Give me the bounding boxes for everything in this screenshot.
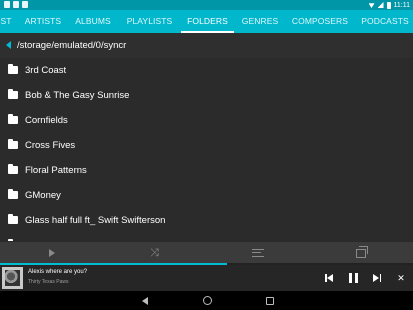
back-arrow-icon[interactable]	[6, 41, 11, 49]
status-right: 11:11	[368, 0, 410, 10]
previous-button[interactable]	[320, 269, 338, 287]
tab-albums[interactable]: ALBUMS	[70, 10, 116, 33]
folder-row[interactable]: Cornfields	[0, 108, 413, 133]
tab-genres[interactable]: GENRES	[239, 10, 281, 33]
folder-row[interactable]: 3rd Coast	[0, 58, 413, 83]
folder-name: GMoney	[25, 190, 61, 201]
tab-folders[interactable]: FOLDERS	[181, 10, 234, 33]
folder-name: Bob & The Gasy Sunrise	[25, 90, 130, 101]
system-nav-bar	[0, 291, 413, 310]
shuffle-button[interactable]: ⤨	[103, 242, 206, 264]
folder-name: Cross Fives	[25, 140, 76, 151]
tab-playlists[interactable]: PLAYLISTS	[123, 10, 176, 33]
folder-name: Cornfields	[25, 115, 68, 126]
current-path: /storage/emulated/0/syncr	[17, 40, 127, 51]
folder-icon	[8, 164, 18, 174]
folder-row[interactable]: GMoney	[0, 183, 413, 208]
cast-button[interactable]	[309, 242, 412, 264]
folder-row[interactable]: Floral Patterns	[0, 158, 413, 183]
play-button[interactable]	[0, 242, 103, 264]
skip-next-icon	[373, 274, 381, 282]
close-icon: ✕	[397, 272, 405, 283]
status-time: 11:11	[393, 1, 410, 9]
folder-list: 3rd Coast Bob & The Gasy Sunrise Cornfie…	[0, 58, 413, 241]
nav-home-button[interactable]	[195, 291, 219, 310]
close-button[interactable]: ✕	[392, 269, 410, 287]
play-icon	[48, 249, 55, 257]
folder-name: Floral Patterns	[25, 165, 87, 176]
shuffle-icon: ⤨	[150, 246, 159, 259]
track-title: Alexis where are you?	[28, 269, 88, 275]
pause-icon	[348, 273, 358, 283]
queue-icon	[251, 249, 264, 257]
wifi-icon	[368, 3, 375, 8]
cast-icon	[355, 245, 368, 258]
tab-composers[interactable]: COMPOSERS	[289, 10, 351, 33]
notification-icon	[22, 1, 28, 8]
nav-back-button[interactable]	[133, 291, 157, 310]
folder-icon	[8, 114, 18, 124]
folder-icon	[8, 189, 18, 199]
notification-icon	[4, 1, 10, 8]
pause-button[interactable]	[344, 269, 362, 287]
queue-button[interactable]	[206, 242, 309, 264]
notification-icon	[13, 1, 19, 8]
tab-artists[interactable]: ARTISTS	[22, 10, 64, 33]
playback-controls-bar: ⤨	[0, 241, 413, 263]
folder-row[interactable]: Bob & The Gasy Sunrise	[0, 83, 413, 108]
folder-row[interactable]: Glass half full ft_ Swift Swifterson	[0, 208, 413, 233]
folder-name: Glass half full ft_ Swift Swifterson	[25, 215, 166, 226]
back-icon	[142, 296, 148, 305]
now-playing-bar[interactable]: Alexis where are you? Thirty Texas Paws …	[0, 265, 413, 291]
tab-podcasts[interactable]: PODCASTS	[357, 10, 413, 33]
battery-icon	[386, 1, 391, 9]
folder-row[interactable]: Cross Fives	[0, 133, 413, 158]
notification-icons	[4, 1, 28, 8]
status-bar: 11:11	[0, 0, 413, 10]
path-bar: /storage/emulated/0/syncr	[0, 33, 413, 58]
library-tabs: ST ARTISTS ALBUMS PLAYLISTS FOLDERS GENR…	[0, 10, 413, 33]
album-art	[2, 267, 23, 289]
folder-row-partial[interactable]	[0, 233, 413, 241]
nav-recents-button[interactable]	[258, 291, 282, 310]
next-button[interactable]	[368, 269, 386, 287]
folder-icon	[8, 139, 18, 149]
signal-icon	[377, 2, 384, 8]
track-artist: Thirty Texas Paws	[28, 279, 69, 285]
home-icon	[202, 296, 212, 305]
folder-icon	[8, 89, 18, 99]
folder-name: 3rd Coast	[25, 65, 67, 76]
skip-previous-icon	[325, 274, 333, 282]
folder-icon	[8, 64, 18, 74]
folder-icon	[8, 214, 18, 224]
recents-icon	[266, 296, 274, 305]
tab-songs[interactable]: ST	[0, 10, 14, 33]
